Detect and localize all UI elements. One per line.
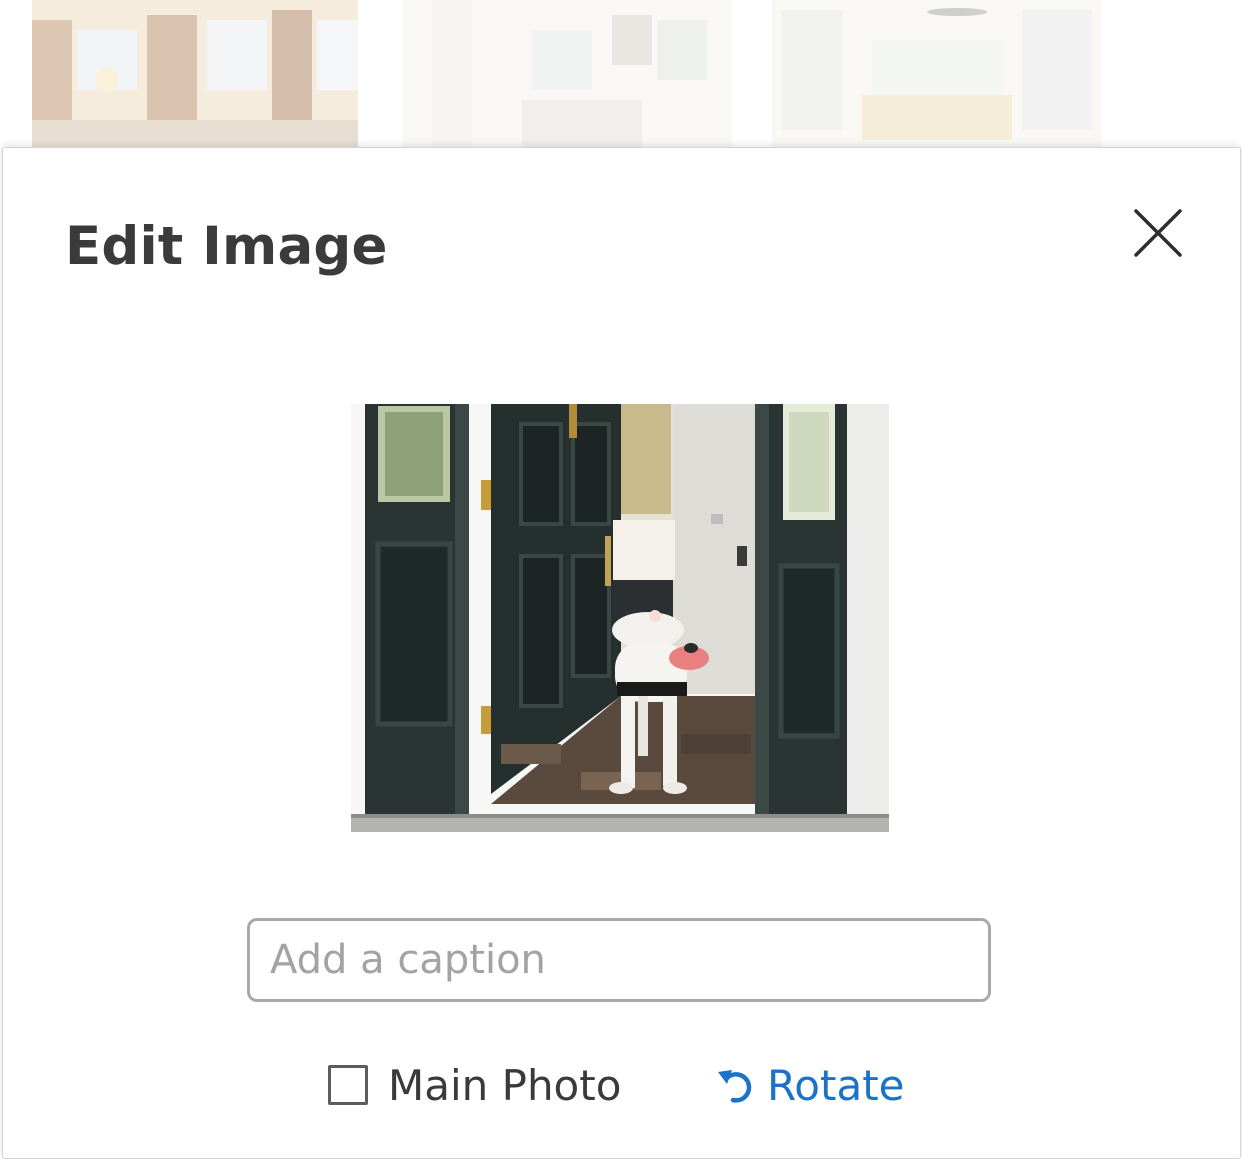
dog-in-doorway-photo [351,404,889,832]
gallery-thumbnail-sunroom[interactable] [772,0,1102,150]
main-photo-label: Main Photo [388,1060,622,1110]
rotate-button[interactable]: Rotate [715,1060,905,1110]
main-photo-checkbox-control[interactable]: Main Photo [328,1060,621,1110]
modal-title: Edit Image [65,216,388,277]
close-button[interactable] [1127,202,1189,264]
gallery-thumbnail-kitchen[interactable] [402,0,732,150]
close-icon [1134,209,1182,257]
rotate-label: Rotate [767,1060,905,1110]
caption-input[interactable] [247,918,991,1002]
edit-image-modal: Edit Image Add a caption Main Photo Rota… [2,147,1241,1159]
gallery-thumbnail-library[interactable] [32,0,358,150]
rotate-left-icon [715,1064,757,1106]
main-photo-checkbox[interactable] [328,1065,368,1105]
photo-gallery-background [0,0,1242,150]
image-preview [351,404,889,832]
